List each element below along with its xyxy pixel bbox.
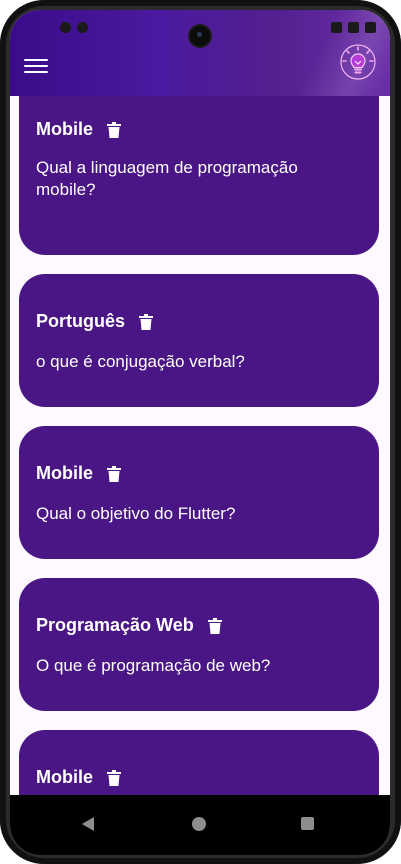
menu-icon[interactable] bbox=[24, 56, 48, 76]
card-title-row: Mobile bbox=[36, 119, 121, 140]
notification-icon-2 bbox=[77, 22, 88, 33]
system-nav-bar bbox=[10, 795, 390, 855]
home-circle-icon[interactable] bbox=[192, 817, 206, 831]
signal-icon bbox=[348, 22, 359, 33]
card-question: Qual a linguagem de programação mobile? bbox=[36, 158, 298, 199]
trash-icon[interactable] bbox=[107, 465, 121, 482]
trash-icon[interactable] bbox=[107, 769, 121, 786]
trash-icon[interactable] bbox=[139, 313, 154, 330]
card-title-row: Programação Web bbox=[36, 615, 222, 636]
question-card[interactable]: Português o que é conjugação verbal? bbox=[19, 274, 379, 407]
card-title-row: Português bbox=[36, 311, 154, 332]
status-left-icons bbox=[60, 22, 88, 33]
battery-icon bbox=[365, 22, 376, 33]
front-camera bbox=[190, 26, 210, 46]
card-question: O que é programação de web? bbox=[36, 656, 271, 675]
back-triangle-icon[interactable] bbox=[82, 817, 94, 831]
question-card[interactable]: Mobile bbox=[19, 730, 379, 805]
screen: Mobile Qual a linguagem de programação m… bbox=[10, 10, 390, 855]
card-title-row: Mobile bbox=[36, 463, 121, 484]
card-question: o que é conjugação verbal? bbox=[36, 352, 245, 371]
card-question: Qual o objetivo do Flutter? bbox=[36, 504, 236, 523]
question-card[interactable]: Programação Web O que é programação de w… bbox=[19, 578, 379, 711]
card-subject: Mobile bbox=[36, 767, 93, 787]
card-subject: Português bbox=[36, 311, 126, 331]
status-right-icons bbox=[331, 22, 376, 33]
lightbulb-icon[interactable] bbox=[340, 44, 376, 80]
question-card[interactable]: Mobile Qual o objetivo do Flutter? bbox=[19, 426, 379, 559]
app-bar bbox=[10, 10, 390, 96]
notification-icon bbox=[60, 22, 71, 33]
card-subject: Programação Web bbox=[36, 615, 194, 635]
question-card[interactable]: Mobile Qual a linguagem de programação m… bbox=[19, 96, 379, 255]
phone-frame: Mobile Qual a linguagem de programação m… bbox=[0, 0, 401, 864]
trash-icon[interactable] bbox=[107, 121, 121, 138]
card-subject: Mobile bbox=[36, 119, 93, 139]
trash-icon[interactable] bbox=[207, 617, 222, 634]
question-list[interactable]: Mobile Qual a linguagem de programação m… bbox=[10, 96, 390, 805]
recents-square-icon[interactable] bbox=[301, 817, 314, 830]
card-subject: Mobile bbox=[36, 463, 93, 483]
wifi-icon bbox=[331, 22, 342, 33]
card-title-row: Mobile bbox=[36, 767, 121, 788]
